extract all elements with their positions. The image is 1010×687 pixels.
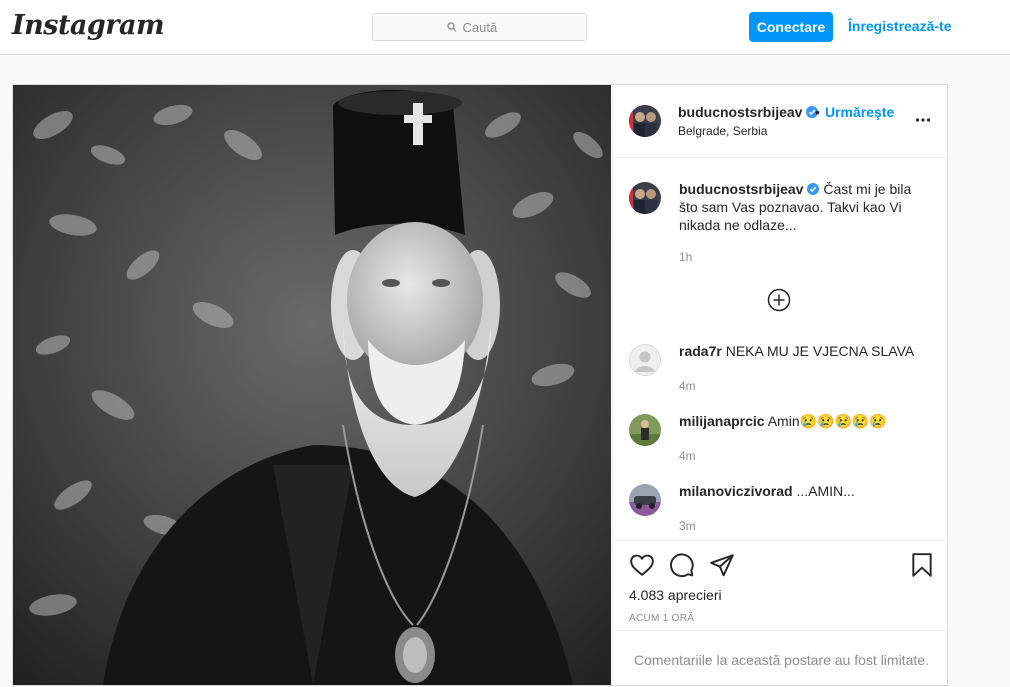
paper-plane-icon[interactable] — [709, 552, 735, 578]
comment-text: milijanaprcic Amin😢😢😢😢😢 — [679, 412, 929, 430]
post-card: buducnostsrbijeav • Urmăreşte Belgrade, … — [12, 84, 948, 686]
commenter-avatar[interactable] — [629, 344, 661, 376]
comment-time[interactable]: 4m — [679, 379, 696, 393]
search-box[interactable] — [372, 13, 587, 41]
comment-username[interactable]: rada7r — [679, 343, 722, 359]
comment-icon[interactable] — [669, 552, 695, 578]
author-avatar[interactable] — [629, 182, 661, 214]
follow-button[interactable]: Urmăreşte — [825, 104, 894, 120]
post-timestamp[interactable]: ACUM 1 ORĂ — [629, 613, 694, 624]
commenter-avatar[interactable] — [629, 484, 661, 516]
separator-dot: • — [815, 104, 820, 120]
comments-list: buducnostsrbijeav Čast mi je bila što sa… — [613, 158, 948, 540]
author-avatar[interactable] — [629, 105, 661, 137]
post-location[interactable]: Belgrade, Serbia — [678, 124, 767, 138]
post-photo[interactable] — [13, 85, 611, 685]
comments-limited-notice: Comentariile la această postare au fost … — [613, 630, 948, 687]
post-actions: 4.083 aprecieri ACUM 1 ORĂ Comentariile … — [613, 540, 948, 686]
caption-time[interactable]: 1h — [679, 250, 692, 264]
bookmark-icon[interactable] — [909, 552, 935, 578]
plus-circle-icon[interactable] — [767, 288, 791, 312]
comment-username[interactable]: milijanaprcic — [679, 413, 765, 429]
verified-badge-icon — [807, 183, 820, 195]
search-input[interactable] — [462, 19, 513, 35]
post-details-panel: buducnostsrbijeav • Urmăreşte Belgrade, … — [612, 85, 948, 685]
comment-time[interactable]: 3m — [679, 519, 696, 533]
login-button[interactable]: Conectare — [749, 12, 833, 42]
caption-text: buducnostsrbijeav Čast mi je bila što sa… — [679, 180, 929, 234]
more-options-icon[interactable] — [915, 112, 931, 128]
comment-text: milanoviczivorad ...AMIN... — [679, 482, 929, 500]
comment-text: rada7r NEKA MU JE VJECNA SLAVA — [679, 342, 929, 360]
author-username[interactable]: buducnostsrbijeav — [678, 104, 819, 120]
likes-count[interactable]: 4.083 aprecieri — [629, 587, 722, 603]
post-header: buducnostsrbijeav • Urmăreşte Belgrade, … — [613, 85, 948, 158]
comment-body: NEKA MU JE VJECNA SLAVA — [725, 343, 915, 359]
comment-body: ...AMIN... — [796, 483, 855, 499]
search-icon — [446, 22, 457, 32]
comment-username[interactable]: milanoviczivorad — [679, 483, 793, 499]
instagram-logo[interactable]: Instagram — [12, 10, 165, 41]
comment-body: Amin😢😢😢😢😢 — [767, 413, 887, 429]
comments-limited-text: Comentariile la această postare au fost … — [634, 652, 929, 668]
comment-time[interactable]: 4m — [679, 449, 696, 463]
caption-username[interactable]: buducnostsrbijeav — [679, 181, 803, 197]
commenter-avatar[interactable] — [629, 414, 661, 446]
portrait-image — [13, 85, 611, 685]
heart-icon[interactable] — [629, 552, 655, 578]
signup-link[interactable]: Înregistrează-te — [848, 18, 951, 34]
top-nav-bar: Instagram Conectare Înregistrează-te — [0, 0, 1010, 55]
